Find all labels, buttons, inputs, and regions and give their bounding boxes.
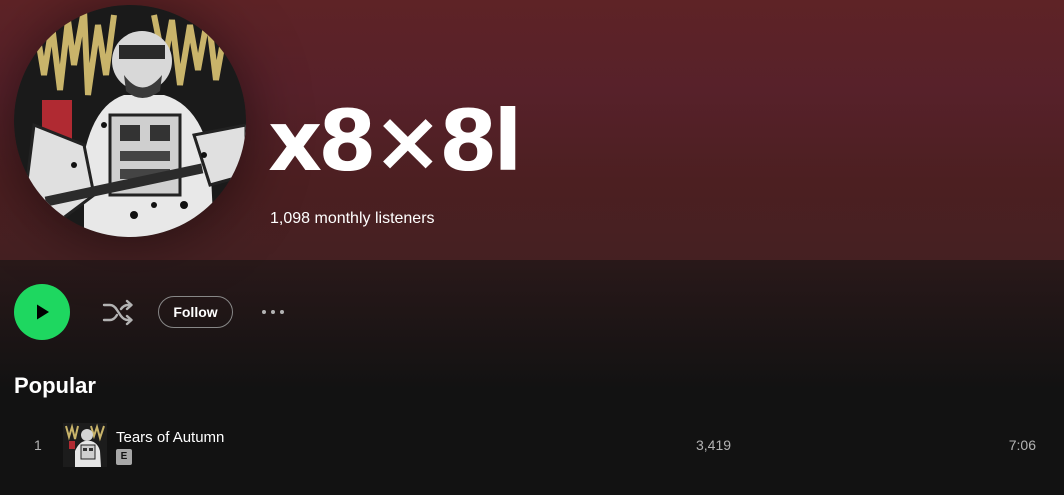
monthly-listeners: 1,098 monthly listeners <box>270 210 435 227</box>
shuffle-button[interactable] <box>100 296 136 328</box>
shuffle-icon <box>102 299 133 326</box>
track-play-count: 3,419 <box>696 437 732 453</box>
artist-page: x8×8l 1,098 monthly listeners Follow Pop… <box>0 0 1064 495</box>
track-cover-art <box>63 423 107 467</box>
play-icon <box>37 304 49 320</box>
play-button[interactable] <box>14 284 70 340</box>
artist-name: x8×8l <box>268 92 522 190</box>
explicit-badge: E <box>116 449 132 465</box>
follow-button[interactable]: Follow <box>158 296 233 328</box>
more-options-button[interactable] <box>256 300 290 324</box>
artist-avatar <box>14 5 246 237</box>
more-options-icon-dot <box>280 310 284 314</box>
popular-section-title: Popular <box>14 373 96 398</box>
track-row[interactable]: 1 Tears of Autumn E 3,419 7:06 <box>14 421 1050 471</box>
track-cover-artwork <box>63 423 107 467</box>
artist-avatar-artwork <box>14 5 246 237</box>
track-number: 1 <box>34 437 42 453</box>
track-duration: 7:06 <box>1008 437 1036 453</box>
more-options-icon-dot <box>271 310 275 314</box>
artist-header: x8×8l 1,098 monthly listeners <box>0 0 1064 260</box>
more-options-icon <box>262 310 266 314</box>
track-title[interactable]: Tears of Autumn <box>116 429 224 446</box>
